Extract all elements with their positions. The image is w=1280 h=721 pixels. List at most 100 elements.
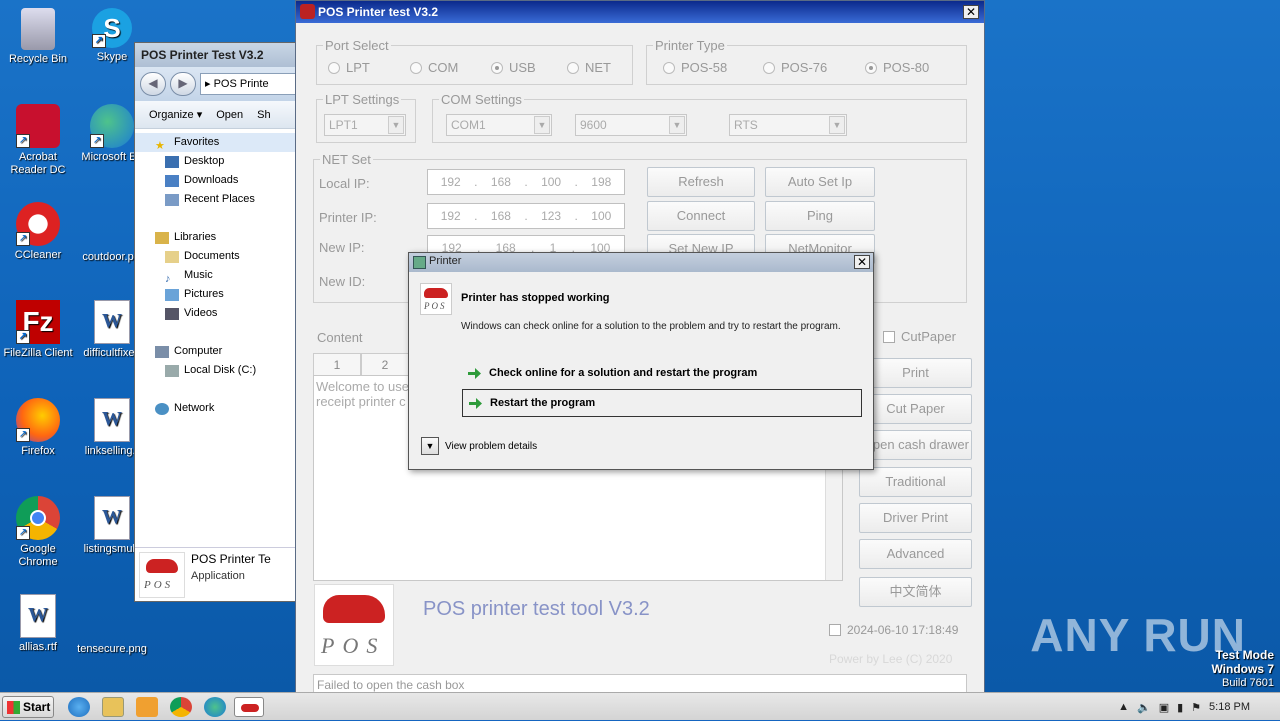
- flow-select[interactable]: RTS ▼: [729, 114, 847, 136]
- tree-item-documents[interactable]: Documents: [135, 247, 303, 266]
- auto-set-ip-button[interactable]: Auto Set Ip: [765, 167, 875, 197]
- radio-pos80[interactable]: POS-80: [865, 60, 929, 75]
- chinese-simplified-button[interactable]: 中文简体: [859, 577, 972, 607]
- tree-item-local-disk[interactable]: Local Disk (C:): [135, 361, 303, 380]
- png-file-icon[interactable]: tensecure.png: [74, 594, 150, 656]
- media-player-icon[interactable]: [136, 697, 158, 717]
- tab-2[interactable]: 2: [361, 353, 409, 375]
- local-ip-field[interactable]: 192. 168. 100. 198: [427, 169, 625, 195]
- open-cash-drawer-button[interactable]: Open cash drawer: [859, 430, 972, 460]
- flag-icon[interactable]: ⚑: [1191, 701, 1201, 714]
- cut-paper-checkbox[interactable]: CutPaper: [883, 329, 956, 344]
- radio-lpt[interactable]: LPT: [328, 60, 370, 75]
- tree-label: Downloads: [184, 174, 239, 186]
- icon-label: coutdoor.p: [82, 251, 134, 263]
- rtf-doc-icon[interactable]: W allias.rtf: [0, 594, 76, 654]
- radio-net[interactable]: NET: [567, 60, 611, 75]
- downloads-icon: [165, 174, 179, 187]
- tree-item-computer[interactable]: Computer: [135, 342, 303, 361]
- windows-logo-icon: [7, 701, 20, 714]
- com-port-select[interactable]: COM1 ▼: [446, 114, 552, 136]
- radio-pos76[interactable]: POS-76: [763, 60, 827, 75]
- timestamp-text: 2024-06-10 17:18:49: [847, 623, 959, 637]
- group-label: NET Set: [320, 152, 373, 167]
- filezilla-icon[interactable]: Fz ↗ FileZilla Client: [0, 300, 76, 360]
- tree-item-favorites[interactable]: ★ Favorites: [135, 133, 303, 152]
- refresh-button[interactable]: Refresh: [647, 167, 755, 197]
- radio-pos58[interactable]: POS-58: [663, 60, 727, 75]
- windows-version-line: Windows 7: [1211, 662, 1274, 676]
- dialog-close-icon[interactable]: ✕: [854, 255, 870, 269]
- tree-item-desktop[interactable]: Desktop: [135, 152, 303, 171]
- ccleaner-icon[interactable]: ↗ CCleaner: [0, 202, 76, 262]
- tree-item-music[interactable]: ♪ Music: [135, 266, 303, 285]
- tree-item-pictures[interactable]: Pictures: [135, 285, 303, 304]
- icon-label: linkselling.r: [84, 445, 140, 457]
- chevron-down-icon: ▼: [829, 116, 845, 134]
- open-button[interactable]: Open: [216, 109, 243, 121]
- tree-item-downloads[interactable]: Downloads: [135, 171, 303, 190]
- explorer-icon[interactable]: [102, 697, 124, 717]
- firefox-icon[interactable]: ↗ Firefox: [0, 398, 76, 458]
- explorer-window: POS Printer Test V3.2 ◀ ▶ ▸ POS Printe O…: [134, 42, 304, 602]
- pos-taskbar-icon[interactable]: [234, 697, 264, 717]
- forward-button[interactable]: ▶: [170, 72, 196, 96]
- address-input[interactable]: ▸ POS Printe: [200, 73, 298, 95]
- desktop-icon: [165, 155, 179, 168]
- tree-label: Documents: [184, 250, 240, 262]
- radio-label: LPT: [346, 60, 370, 75]
- icon-label: Recycle Bin: [8, 53, 68, 65]
- tree-item-videos[interactable]: Videos: [135, 304, 303, 323]
- group-label: Printer Type: [653, 38, 727, 53]
- radio-usb[interactable]: USB: [491, 60, 536, 75]
- ie-icon[interactable]: [68, 697, 90, 717]
- driver-print-button[interactable]: Driver Print: [859, 503, 972, 533]
- tab-1[interactable]: 1: [313, 353, 361, 375]
- tree-label: Favorites: [174, 136, 220, 148]
- radio-label: NET: [585, 60, 611, 75]
- edge-icon[interactable]: [204, 697, 226, 717]
- radio-label: COM: [428, 60, 459, 75]
- checkbox-box: [829, 624, 841, 636]
- tree-item-recent-places[interactable]: Recent Places: [135, 190, 303, 209]
- icon-label: Google Chrome: [18, 543, 58, 568]
- recycle-bin-icon[interactable]: Recycle Bin: [0, 8, 76, 66]
- radio-com[interactable]: COM: [410, 60, 458, 75]
- chrome-icon[interactable]: ↗ Google Chrome: [0, 496, 76, 569]
- ip-octet: 168: [490, 175, 511, 189]
- pos-title-bar: POS Printer test V3.2 ✕: [296, 1, 984, 23]
- view-details-toggle[interactable]: ▼ View problem details: [421, 437, 537, 455]
- cut-paper-button[interactable]: Cut Paper: [859, 394, 972, 424]
- timestamp-checkbox[interactable]: 2024-06-10 17:18:49: [829, 623, 958, 637]
- volume-icon[interactable]: 🔈: [1137, 701, 1151, 714]
- restart-program-option[interactable]: Restart the program: [462, 389, 862, 417]
- back-button[interactable]: ◀: [140, 72, 166, 96]
- connect-button[interactable]: Connect: [647, 201, 755, 231]
- acrobat-icon[interactable]: ↗ Acrobat Reader DC: [0, 104, 76, 177]
- start-button[interactable]: Start: [2, 696, 54, 718]
- check-online-option[interactable]: Check online for a solution and restart …: [462, 359, 862, 387]
- option-label: Check online for a solution and restart …: [489, 367, 758, 379]
- tree-item-libraries[interactable]: Libraries: [135, 228, 303, 247]
- printer-ip-field[interactable]: 192. 168. 123. 100: [427, 203, 625, 229]
- clock[interactable]: 5:18 PM: [1209, 701, 1250, 713]
- lpt-select[interactable]: LPT1 ▼: [324, 114, 406, 136]
- chrome-icon[interactable]: [170, 697, 192, 717]
- radio-label: POS-58: [681, 60, 728, 75]
- organize-button[interactable]: Organize ▾: [149, 108, 202, 121]
- green-arrow-icon: [468, 367, 481, 379]
- print-button[interactable]: Print: [859, 358, 972, 388]
- advanced-button[interactable]: Advanced: [859, 539, 972, 569]
- tree-item-network[interactable]: Network: [135, 399, 303, 418]
- close-icon[interactable]: ✕: [963, 5, 979, 19]
- tray-expand-icon[interactable]: ▲: [1118, 701, 1129, 713]
- radio-dot-selected: [491, 61, 503, 74]
- traditional-button[interactable]: Traditional: [859, 467, 972, 497]
- baud-select[interactable]: 9600 ▼: [575, 114, 687, 136]
- network-tray-icon[interactable]: ▣: [1159, 701, 1169, 714]
- ping-button[interactable]: Ping: [765, 201, 875, 231]
- share-button[interactable]: Sh: [257, 109, 270, 121]
- chevron-down-icon: ▼: [421, 437, 439, 455]
- power-icon[interactable]: ▮: [1177, 701, 1183, 714]
- chevron-down-icon: ▼: [669, 116, 685, 134]
